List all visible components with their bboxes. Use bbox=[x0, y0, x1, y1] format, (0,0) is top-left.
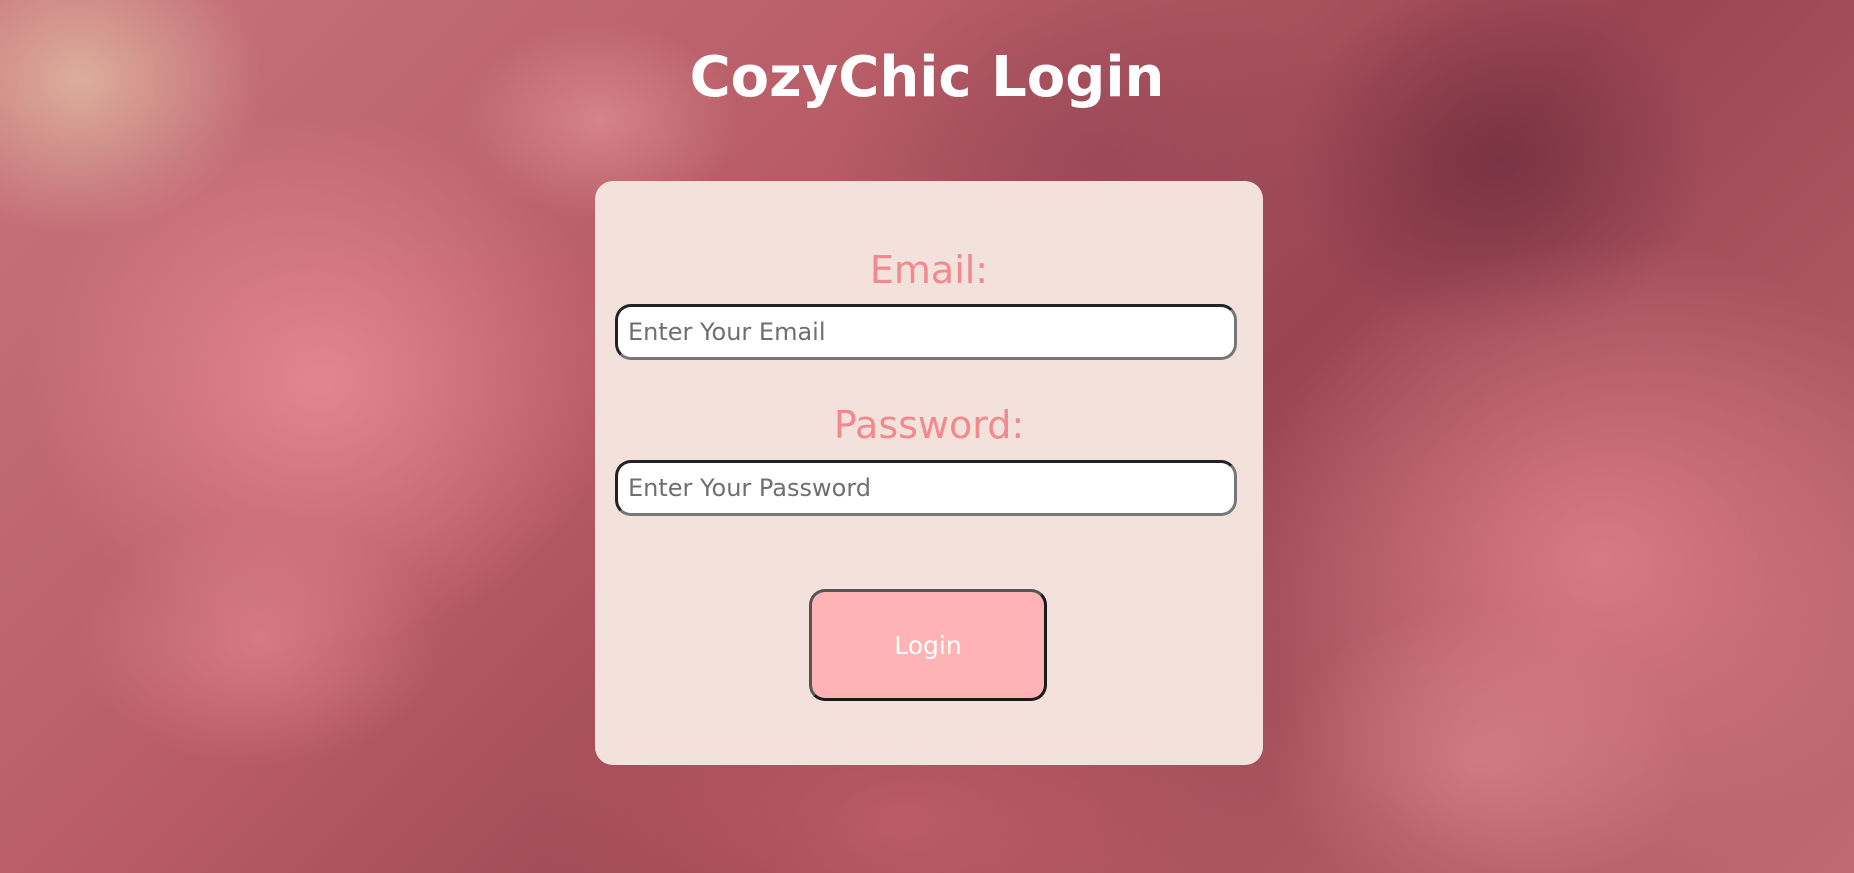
email-input[interactable] bbox=[615, 304, 1237, 360]
login-form-card: Email: Password: Login bbox=[595, 181, 1263, 765]
email-label: Email: bbox=[869, 248, 989, 292]
login-button[interactable]: Login bbox=[809, 589, 1047, 701]
password-label: Password: bbox=[833, 403, 1025, 447]
page-title: CozyChic Login bbox=[689, 45, 1165, 110]
password-input[interactable] bbox=[615, 460, 1237, 516]
